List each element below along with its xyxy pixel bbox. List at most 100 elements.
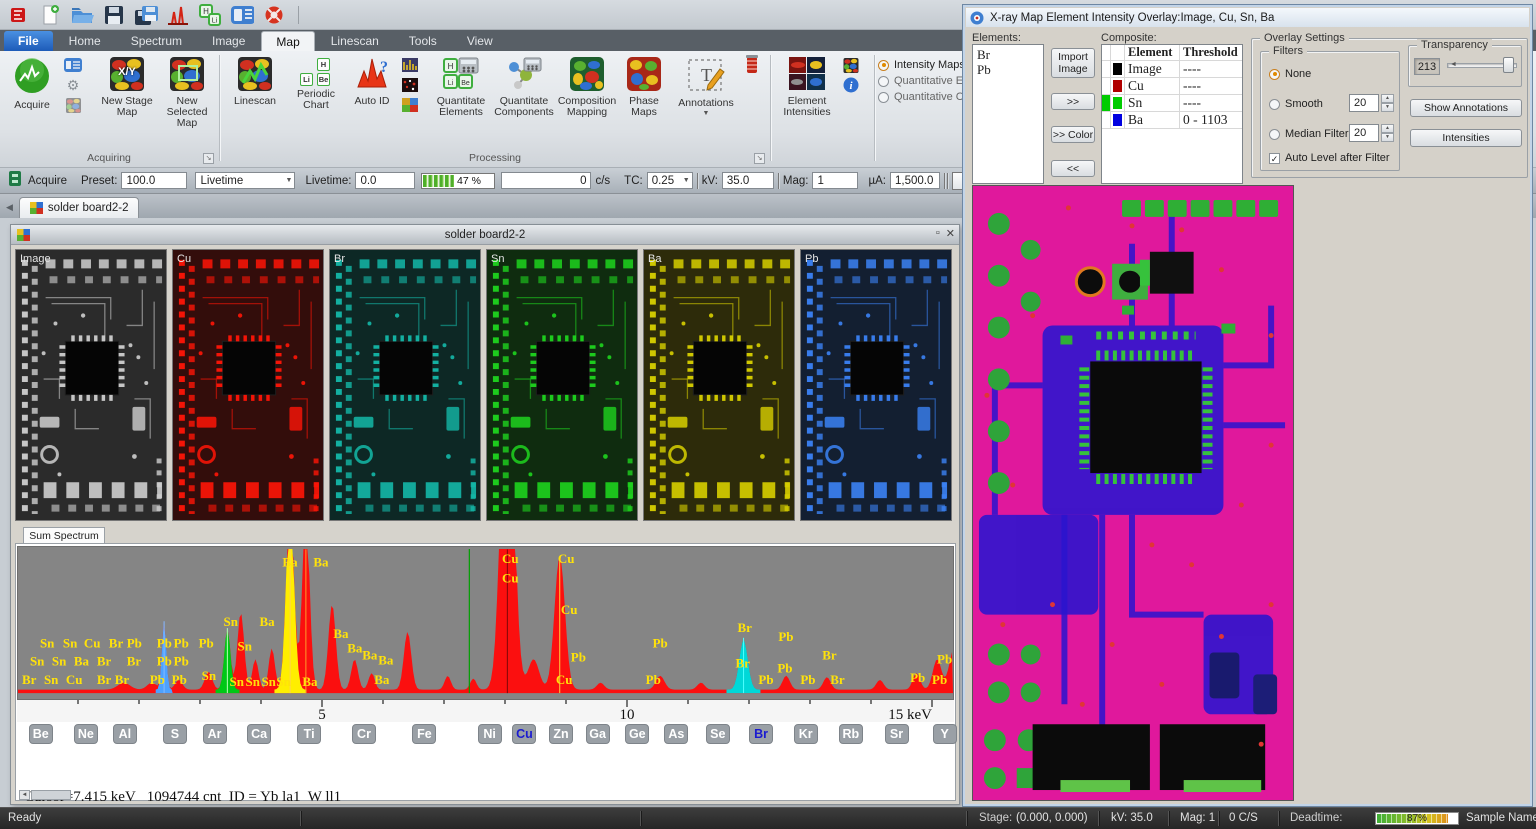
map-panel-br[interactable]: Br (329, 249, 481, 521)
quantitate-components-button[interactable]: Quantitate Components (493, 55, 555, 118)
element-button-fe[interactable]: Fe (412, 724, 436, 744)
map-panel-image[interactable]: Image (15, 249, 167, 521)
ribbon-tab-view[interactable]: View (453, 31, 507, 51)
periodic-card-icon[interactable] (64, 57, 82, 73)
quantitate-elements-button[interactable]: HLiBe Quantitate Elements (431, 55, 491, 118)
element-intensities-button[interactable]: Element Intensities (776, 55, 838, 118)
color-swatch[interactable] (1111, 95, 1125, 111)
ribbon-tab-spectrum[interactable]: Spectrum (117, 31, 196, 51)
element-button-ca[interactable]: Ca (247, 724, 271, 744)
overlay-window-titlebar[interactable]: X-ray Map Element Intensity Overlay:Imag… (966, 8, 1529, 27)
element-button-cr[interactable]: Cr (352, 724, 376, 744)
intensities-button[interactable]: Intensities (1410, 129, 1522, 147)
row-select-cell[interactable] (1102, 95, 1111, 111)
row-select-cell[interactable] (1102, 78, 1111, 94)
smooth-spinner[interactable]: ▲▼ (1381, 94, 1394, 112)
new-selected-map-button[interactable]: New Selected Map (158, 55, 216, 129)
spectrum-hscrollbar[interactable]: ◄ (19, 790, 71, 800)
ribbon-tab-linescan[interactable]: Linescan (317, 31, 393, 51)
element-button-ge[interactable]: Ge (625, 724, 649, 744)
element-button-se[interactable]: Se (706, 724, 730, 744)
linescan-button[interactable]: Linescan (227, 55, 283, 107)
map-panel-ba[interactable]: Ba (643, 249, 795, 521)
preset-field[interactable]: 100.0 (121, 172, 187, 189)
auto-id-button[interactable]: ? Auto ID (347, 55, 397, 107)
processing-dialog-launcher[interactable]: ↘ (754, 153, 765, 164)
filter-none-radio[interactable]: None (1269, 66, 1311, 82)
composite-row-ba[interactable]: Ba0 - 1103 (1102, 112, 1242, 129)
speckle-map-icon[interactable] (401, 77, 419, 93)
elements-listbox[interactable]: BrPb (972, 44, 1044, 184)
document-tab[interactable]: solder board2-2 (19, 197, 140, 218)
element-button-as[interactable]: As (664, 724, 688, 744)
transparency-slider[interactable]: ◄ (1447, 56, 1517, 74)
beaker-icon[interactable] (743, 57, 761, 73)
report-icon[interactable] (230, 3, 254, 27)
mini-map-icon[interactable] (64, 97, 82, 113)
tab-scroll-left-icon[interactable]: ◀ (6, 202, 13, 213)
row-select-cell[interactable] (1102, 112, 1111, 128)
open-icon[interactable] (70, 3, 94, 27)
mag-field[interactable]: 1 (812, 172, 858, 189)
element-button-cu[interactable]: Cu (512, 724, 536, 744)
tc-dropdown[interactable]: 0.25▼ (647, 172, 693, 189)
slider-thumb[interactable] (1503, 57, 1514, 73)
element-button-ni[interactable]: Ni (478, 724, 502, 744)
info-icon[interactable]: i (842, 77, 860, 93)
map-panel-sn[interactable]: Sn (486, 249, 638, 521)
filter-smooth-radio[interactable]: Smooth (1269, 96, 1323, 112)
element-list-item-br[interactable]: Br (977, 47, 1039, 62)
row-select-cell[interactable] (1102, 61, 1111, 77)
acquire-toolbar-label[interactable]: Acquire (28, 175, 67, 187)
composite-row-cu[interactable]: Cu---- (1102, 78, 1242, 95)
composite-table[interactable]: ElementThresholdImage----Cu----Sn----Ba0… (1101, 44, 1243, 184)
remove-element-button[interactable]: << (1051, 160, 1095, 177)
help-icon[interactable] (262, 3, 286, 27)
quad-map-icon[interactable] (401, 97, 419, 113)
smooth-value-field[interactable]: 20 (1349, 94, 1379, 112)
map-panel-pb[interactable]: Pb (800, 249, 952, 521)
gear-icon[interactable]: ⚙ (64, 77, 82, 93)
intensity-bars-icon[interactable] (401, 57, 419, 73)
element-button-ar[interactable]: Ar (203, 724, 227, 744)
element-button-s[interactable]: S (163, 724, 187, 744)
ribbon-tab-image[interactable]: Image (198, 31, 259, 51)
mode-dropdown[interactable]: Livetime▼ (195, 172, 295, 189)
ribbon-tab-home[interactable]: Home (55, 31, 115, 51)
element-button-sr[interactable]: Sr (885, 724, 909, 744)
save-icon[interactable] (102, 3, 126, 27)
ribbon-tab-map[interactable]: Map (261, 31, 314, 51)
filter-median-radio[interactable]: Median Filter (1269, 126, 1349, 142)
color-swatch[interactable] (1111, 78, 1125, 94)
mini-phase-icon[interactable] (842, 57, 860, 73)
show-annotations-button[interactable]: Show Annotations (1410, 99, 1522, 117)
spectrum-icon[interactable] (166, 3, 190, 27)
element-button-rb[interactable]: Rb (839, 724, 863, 744)
auto-level-checkbox[interactable]: ✓Auto Level after Filter (1269, 150, 1390, 166)
map-window-titlebar[interactable]: solder board2-2 ▫ ✕ (11, 225, 959, 245)
map-panel-cu[interactable]: Cu (172, 249, 324, 521)
sum-spectrum-tab[interactable]: Sum Spectrum (23, 527, 105, 544)
element-button-zn[interactable]: Zn (549, 724, 573, 744)
new-file-icon[interactable] (38, 3, 62, 27)
element-button-ga[interactable]: Ga (586, 724, 610, 744)
composition-mapping-button[interactable]: Composition Mapping (557, 55, 617, 118)
livetime-field[interactable]: 0.0 (355, 172, 415, 189)
color-swatch[interactable] (1111, 61, 1125, 77)
composite-row-image[interactable]: Image---- (1102, 61, 1242, 78)
color-button[interactable]: >> Color (1051, 126, 1095, 143)
element-button-be[interactable]: Be (29, 724, 53, 744)
save-all-icon[interactable] (134, 3, 158, 27)
acquiring-dialog-launcher[interactable]: ↘ (203, 153, 214, 164)
new-stage-map-button[interactable]: X/Y New Stage Map (98, 55, 156, 118)
element-list-item-pb[interactable]: Pb (977, 62, 1039, 77)
scrollbar-thumb[interactable] (31, 790, 71, 800)
element-button-y[interactable]: Y (933, 724, 957, 744)
median-value-field[interactable]: 20 (1349, 124, 1379, 142)
scroll-left-icon[interactable]: ◄ (19, 790, 30, 800)
ribbon-tab-tools[interactable]: Tools (395, 31, 451, 51)
add-element-button[interactable]: >> (1051, 93, 1095, 110)
composite-row-sn[interactable]: Sn---- (1102, 95, 1242, 112)
element-button-ne[interactable]: Ne (74, 724, 98, 744)
kv-field[interactable]: 35.0 (722, 172, 774, 189)
